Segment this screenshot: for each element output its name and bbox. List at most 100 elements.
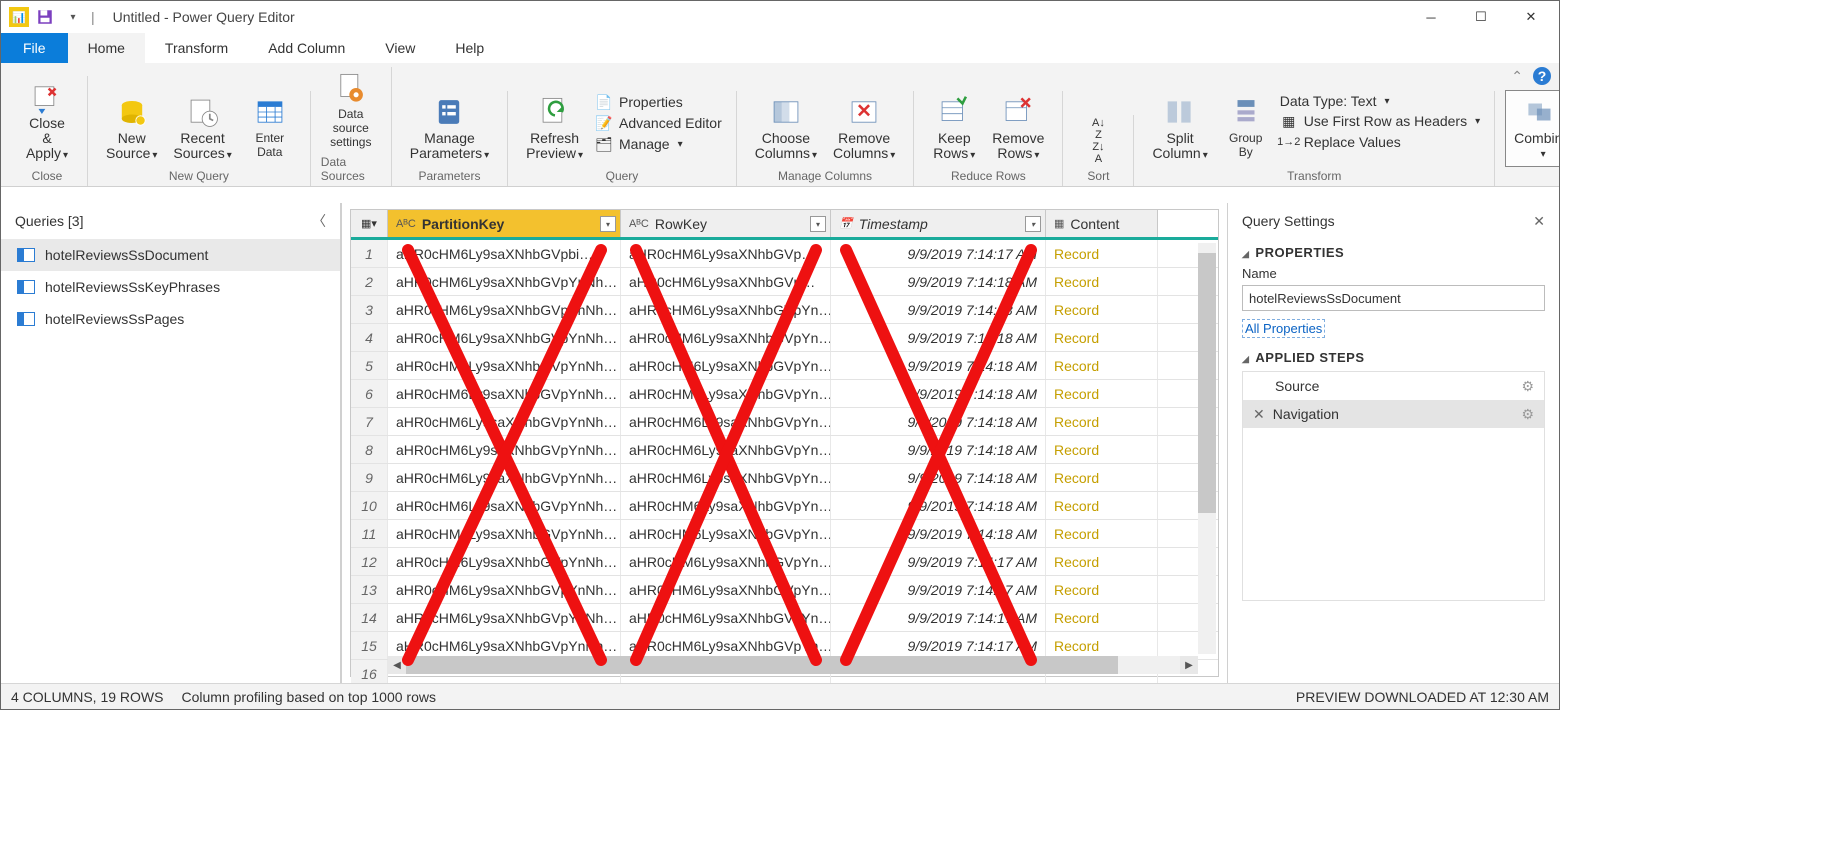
cell-content[interactable]: Record [1046, 408, 1158, 435]
close-apply-button[interactable]: Close & Apply▾ [17, 76, 77, 167]
cell-timestamp[interactable]: 9/9/2019 7:14:17 AM [831, 632, 1046, 659]
cell-content[interactable]: Record [1046, 492, 1158, 519]
all-properties-link[interactable]: All Properties [1242, 319, 1325, 338]
table-row[interactable]: 9aHR0cHM6Ly9saXNhbGVpYnNh…aHR0cHM6Ly9saX… [351, 464, 1218, 492]
cell-content[interactable]: Record [1046, 380, 1158, 407]
table-row[interactable]: 5aHR0cHM6Ly9saXNhbGVpYnNh…aHR0cHM6Ly9saX… [351, 352, 1218, 380]
cell-rowkey[interactable]: aHR0cHM6Ly9saXNhbGVpYn… [621, 632, 831, 659]
query-item[interactable]: hotelReviewsSsKeyPhrases [1, 271, 340, 303]
remove-rows-button[interactable]: Remove Rows▾ [984, 91, 1052, 167]
cell-timestamp[interactable]: 9/9/2019 7:14:18 AM [831, 352, 1046, 379]
table-row[interactable]: 6aHR0cHM6Ly9saXNhbGVpYnNh…aHR0cHM6Ly9saX… [351, 380, 1218, 408]
cell-content[interactable]: Record [1046, 548, 1158, 575]
table-row[interactable]: 12aHR0cHM6Ly9saXNhbGVpYnNh…aHR0cHM6Ly9sa… [351, 548, 1218, 576]
table-row[interactable]: 2aHR0cHM6Ly9saXNhbGVpYnNh…aHR0cHM6Ly9saX… [351, 268, 1218, 296]
properties-button[interactable]: 📄Properties [595, 93, 722, 111]
query-item[interactable]: hotelReviewsSsPages [1, 303, 340, 335]
tab-transform[interactable]: Transform [145, 33, 248, 63]
cell-content[interactable]: Record [1046, 296, 1158, 323]
grid-corner-button[interactable]: ▦▾ [351, 210, 388, 237]
cell-partitionkey[interactable]: aHR0cHM6Ly9saXNhbGVpYnNh… [388, 380, 621, 407]
advanced-editor-button[interactable]: 📝Advanced Editor [595, 114, 722, 132]
cell-timestamp[interactable]: 9/9/2019 7:14:18 AM [831, 324, 1046, 351]
cell-rowkey[interactable]: aHR0cHM6Ly9saXNhbGVpYn… [621, 436, 831, 463]
cell-partitionkey[interactable]: aHR0cHM6Ly9saXNhbGVpYnNh… [388, 296, 621, 323]
sort-desc-button[interactable]: Z↓A [1073, 139, 1123, 167]
data-type-button[interactable]: Data Type: Text▾ [1280, 93, 1480, 109]
cell-rowkey[interactable]: aHR0cHM6Ly9saXNhbGVpYn… [621, 492, 831, 519]
cell-rowkey[interactable]: aHR0cHM6Ly9saXNhbGVpYn… [621, 352, 831, 379]
cell-rowkey[interactable]: aHR0cHM6Ly9saXNhbGVpYn… [621, 576, 831, 603]
cell-rowkey[interactable]: aHR0cHM6Ly9saXNhbGVpYn… [621, 380, 831, 407]
applied-step[interactable]: Source⚙ [1243, 372, 1544, 400]
recent-sources-button[interactable]: Recent Sources▾ [165, 91, 239, 167]
scroll-right-icon[interactable]: ▶ [1180, 656, 1198, 674]
scroll-left-icon[interactable]: ◀ [388, 656, 406, 674]
table-row[interactable]: 14aHR0cHM6Ly9saXNhbGVpYnNh…aHR0cHM6Ly9sa… [351, 604, 1218, 632]
cell-partitionkey[interactable]: aHR0cHM6Ly9saXNhbGVpYnNh… [388, 520, 621, 547]
refresh-preview-button[interactable]: Refresh Preview▾ [518, 91, 591, 167]
cell-rowkey[interactable]: aHR0cHM6Ly9saXNhbGVpYn… [621, 408, 831, 435]
tab-add-column[interactable]: Add Column [248, 33, 365, 63]
table-row[interactable]: 13aHR0cHM6Ly9saXNhbGVpYnNh…aHR0cHM6Ly9sa… [351, 576, 1218, 604]
step-gear-icon[interactable]: ⚙ [1521, 406, 1534, 423]
minimize-button[interactable]: ─ [1417, 3, 1445, 31]
cell-timestamp[interactable]: 9/9/2019 7:14:18 AM [831, 380, 1046, 407]
cell-timestamp[interactable]: 9/9/2019 7:14:18 AM [831, 268, 1046, 295]
cell-content[interactable]: Record [1046, 324, 1158, 351]
cell-content[interactable]: Record [1046, 520, 1158, 547]
cell-rowkey[interactable]: aHR0cHM6Ly9saXNhbGVp… [621, 268, 831, 295]
cell-timestamp[interactable]: 9/9/2019 7:14:18 AM [831, 408, 1046, 435]
cell-rowkey[interactable]: aHR0cHM6Ly9saXNhbGVpYn… [621, 464, 831, 491]
query-item[interactable]: hotelReviewsSsDocument [1, 239, 340, 271]
table-row[interactable]: 11aHR0cHM6Ly9saXNhbGVpYnNh…aHR0cHM6Ly9sa… [351, 520, 1218, 548]
cell-partitionkey[interactable]: aHR0cHM6Ly9saXNhbGVpYnNh… [388, 436, 621, 463]
keep-rows-button[interactable]: Keep Rows▾ [924, 91, 984, 167]
filter-partitionkey-icon[interactable]: ▾ [600, 216, 616, 232]
table-row[interactable]: 10aHR0cHM6Ly9saXNhbGVpYnNh…aHR0cHM6Ly9sa… [351, 492, 1218, 520]
data-source-settings-button[interactable]: Data source settings [321, 67, 381, 153]
cell-partitionkey[interactable]: aHR0cHM6Ly9saXNhbGVpYnNh… [388, 604, 621, 631]
tab-file[interactable]: File [1, 33, 68, 63]
horizontal-scrollbar[interactable] [406, 656, 1180, 674]
cell-timestamp[interactable]: 9/9/2019 7:14:18 AM [831, 296, 1046, 323]
tab-view[interactable]: View [365, 33, 435, 63]
query-name-input[interactable] [1242, 285, 1545, 311]
split-column-button[interactable]: Split Column▾ [1144, 91, 1215, 167]
cell-content[interactable]: Record [1046, 240, 1158, 267]
cell-timestamp[interactable]: 9/9/2019 7:14:17 AM [831, 240, 1046, 267]
cell-content[interactable]: Record [1046, 268, 1158, 295]
cell-timestamp[interactable]: 9/9/2019 7:14:18 AM [831, 492, 1046, 519]
filter-timestamp-icon[interactable]: ▾ [1025, 216, 1041, 232]
group-by-button[interactable]: Group By [1216, 91, 1276, 163]
collapse-ribbon-icon[interactable]: ⌃ [1511, 68, 1523, 85]
cell-partitionkey[interactable]: aHR0cHM6Ly9saXNhbGVpYnNh… [388, 324, 621, 351]
table-row[interactable]: 7aHR0cHM6Ly9saXNhbGVpYnNh…aHR0cHM6Ly9saX… [351, 408, 1218, 436]
qat-dropdown-icon[interactable]: ▾ [61, 5, 85, 29]
cell-rowkey[interactable]: aHR0cHM6Ly9saXNhbGVpYn… [621, 604, 831, 631]
cell-content[interactable]: Record [1046, 604, 1158, 631]
cell-partitionkey[interactable]: aHR0cHM6Ly9saXNhbGVpYnNh… [388, 464, 621, 491]
cell-timestamp[interactable]: 9/9/2019 7:14:17 AM [831, 576, 1046, 603]
cell-content[interactable]: Record [1046, 436, 1158, 463]
new-source-button[interactable]: New Source▾ [98, 91, 165, 167]
cell-partitionkey[interactable]: aHR0cHM6Ly9saXNhbGVpYnNh… [388, 352, 621, 379]
tab-help[interactable]: Help [435, 33, 504, 63]
cell-partitionkey[interactable]: aHR0cHM6Ly9saXNhbGVpbi… [388, 240, 621, 267]
cell-timestamp[interactable]: 9/9/2019 7:14:17 AM [831, 548, 1046, 575]
collapse-queries-icon[interactable]: 〈 [312, 211, 326, 231]
cell-partitionkey[interactable]: aHR0cHM6Ly9saXNhbGVpYnNh… [388, 408, 621, 435]
cell-timestamp[interactable]: 9/9/2019 7:14:18 AM [831, 520, 1046, 547]
cell-content[interactable]: Record [1046, 632, 1158, 659]
cell-content[interactable]: Record [1046, 352, 1158, 379]
cell-partitionkey[interactable]: aHR0cHM6Ly9saXNhbGVpYnNh… [388, 268, 621, 295]
cell-rowkey[interactable]: aHR0cHM6Ly9saXNhbGVp… [621, 240, 831, 267]
col-header-partitionkey[interactable]: AᴮCPartitionKey▾ [388, 210, 621, 237]
cell-partitionkey[interactable]: aHR0cHM6Ly9saXNhbGVpYnNh… [388, 548, 621, 575]
table-row[interactable]: 3aHR0cHM6Ly9saXNhbGVpYnNh…aHR0cHM6Ly9saX… [351, 296, 1218, 324]
manage-parameters-button[interactable]: Manage Parameters▾ [402, 91, 497, 167]
tab-home[interactable]: Home [68, 33, 145, 63]
save-icon[interactable] [33, 5, 57, 29]
cell-rowkey[interactable]: aHR0cHM6Ly9saXNhbGVpYn… [621, 324, 831, 351]
close-settings-icon[interactable]: ✕ [1533, 213, 1545, 230]
